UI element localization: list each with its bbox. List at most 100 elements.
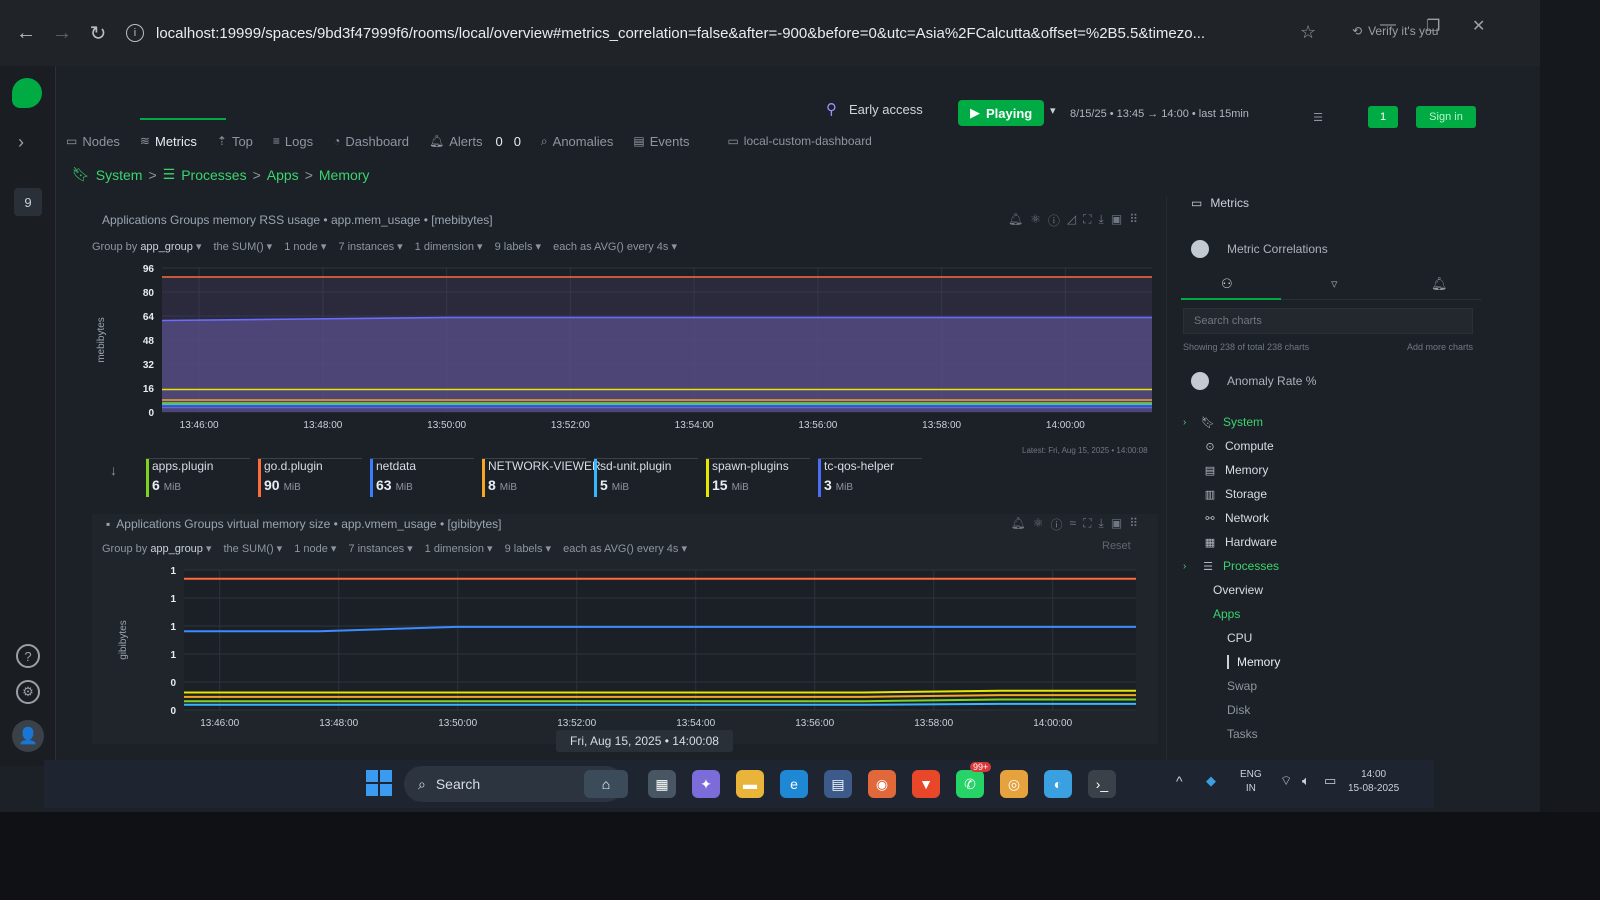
tab-alerts[interactable]: 🔔︎ Alerts 0 0 [429, 134, 521, 149]
drag-handle-icon[interactable]: ⠿ [1129, 212, 1138, 229]
breadcrumb-apps[interactable]: Apps [267, 167, 299, 183]
legend-item[interactable]: sd-unit.plugin 5 MiB [594, 458, 698, 497]
task-view-icon[interactable]: ▦ [648, 770, 676, 798]
download-icon[interactable]: ⤓ [1099, 516, 1104, 533]
bird-app-icon[interactable]: ◐ [1044, 770, 1072, 798]
chevron-right-icon[interactable]: › [1183, 561, 1193, 572]
time-aggregation-dropdown[interactable]: each as AVG() every 4s ▾ [553, 240, 677, 253]
date-range-picker[interactable]: 8/15/25 • 13:45 → 14:00 • last 15min [1070, 108, 1249, 120]
add-to-dashboard-icon[interactable]: ▣ [1111, 212, 1122, 229]
playing-button[interactable]: ▶ Playing [958, 100, 1045, 126]
tree-item-apps[interactable]: Apps [1183, 602, 1483, 626]
address-bar[interactable]: i localhost:19999/spaces/9bd3f47999f6/ro… [126, 24, 1296, 42]
sign-in-button[interactable]: Sign in [1416, 106, 1476, 128]
tree-item-memory[interactable]: ▤ Memory [1183, 458, 1483, 482]
bookmark-star-icon[interactable]: ☆ [1300, 22, 1316, 43]
drag-handle-icon[interactable]: ⠿ [1129, 516, 1138, 533]
whatsapp-icon[interactable]: ✆ [956, 770, 984, 798]
close-window-icon[interactable]: ✕ [1472, 16, 1485, 36]
metric-correlations-row[interactable]: Metric Correlations [1191, 240, 1328, 258]
restore-icon[interactable]: ❐ [1426, 16, 1440, 36]
panel-tab-charts-icon[interactable]: ⚇ [1221, 276, 1233, 292]
tree-item-disk[interactable]: Disk [1183, 698, 1483, 722]
minimize-icon[interactable]: — [1380, 16, 1396, 34]
tab-dashboard[interactable]: ◔ Dashboard [333, 134, 409, 149]
layout-icon[interactable]: ☰ [1308, 106, 1328, 128]
legend-scroll-icon[interactable]: ↓ [110, 462, 117, 478]
tab-anomalies[interactable]: ⌕ Anomalies [541, 134, 613, 149]
chart-type-icon[interactable]: ≈ [1070, 516, 1077, 533]
tree-item-compute[interactable]: ⊙ Compute [1183, 434, 1483, 458]
chart-type-icon[interactable]: ◿ [1067, 212, 1076, 229]
chart-vmem-usage-plot[interactable]: 13:46:00 13:48:00 13:50:00 13:52:00 13:54:00… [92, 560, 1158, 736]
help-icon[interactable]: ? [16, 644, 40, 668]
user-avatar[interactable]: 👤 [12, 720, 44, 752]
legend-item[interactable]: netdata 63 MiB [370, 458, 474, 497]
chrome-icon[interactable]: ◎ [1000, 770, 1028, 798]
tree-item-swap[interactable]: Swap [1183, 674, 1483, 698]
aggregation-dropdown[interactable]: the SUM() ▾ [224, 542, 283, 555]
site-info-icon[interactable]: i [126, 24, 144, 42]
group-by-dropdown[interactable]: Group by app_group ▾ [92, 240, 202, 253]
collapse-icon[interactable]: ▪ [106, 517, 110, 531]
aggregation-dropdown[interactable]: the SUM() ▾ [214, 240, 273, 253]
defender-icon[interactable]: ◆ [1206, 774, 1216, 788]
edge-icon[interactable]: e [780, 770, 808, 798]
labels-dropdown[interactable]: 9 labels ▾ [505, 542, 552, 555]
houses-widget-icon[interactable]: ⌂ [584, 770, 628, 798]
reset-button[interactable]: Reset [1102, 540, 1131, 552]
fullscreen-icon[interactable]: ⛶ [1083, 212, 1091, 229]
anomaly-rate-row[interactable]: Anomaly Rate % [1191, 372, 1316, 390]
tab-events[interactable]: ▤ Events [633, 134, 689, 149]
instances-dropdown[interactable]: 7 instances ▾ [338, 240, 402, 253]
tree-item-memory[interactable]: Memory [1183, 650, 1483, 674]
tray-overflow-icon[interactable]: ^ [1176, 774, 1183, 788]
legend-item[interactable]: spawn-plugins 15 MiB [706, 458, 810, 497]
labels-dropdown[interactable]: 9 labels ▾ [495, 240, 542, 253]
store-icon[interactable]: ▤ [824, 770, 852, 798]
fullscreen-icon[interactable]: ⛶ [1083, 516, 1091, 533]
tree-item-overview[interactable]: Overview [1183, 578, 1483, 602]
firefox-icon[interactable]: ◉ [868, 770, 896, 798]
dimensions-dropdown[interactable]: 1 dimension ▾ [425, 542, 493, 555]
language-indicator[interactable]: ENG IN [1240, 768, 1262, 796]
tree-item-cpu[interactable]: CPU [1183, 626, 1483, 650]
space-badge[interactable]: 9 [14, 188, 42, 216]
settings-icon[interactable]: ⚙ [16, 680, 40, 704]
info-icon[interactable]: ⓘ [1048, 212, 1060, 229]
forward-icon[interactable]: → [44, 15, 80, 51]
anomaly-rate-toggle[interactable] [1191, 372, 1209, 390]
file-explorer-icon[interactable]: ▬ [736, 770, 764, 798]
breadcrumb-memory[interactable]: Memory [319, 167, 370, 183]
tree-item-tasks[interactable]: Tasks [1183, 722, 1483, 746]
info-icon[interactable]: ⓘ [1051, 516, 1063, 533]
tab-nodes[interactable]: ▭ Nodes [66, 134, 120, 149]
windows-start-icon[interactable] [366, 770, 392, 796]
anomaly-icon[interactable]: ⚛ [1033, 516, 1044, 533]
copilot-icon[interactable]: ✦ [692, 770, 720, 798]
brave-icon[interactable]: ▼ [912, 770, 940, 798]
battery-icon[interactable]: ▭ [1324, 774, 1336, 788]
panel-tab-filter-icon[interactable]: ▿ [1331, 276, 1338, 292]
tab-metrics[interactable]: ≋ Metrics [140, 134, 197, 149]
tree-item-storage[interactable]: ▥ Storage [1183, 482, 1483, 506]
volume-icon[interactable]: 🔈︎ [1302, 774, 1310, 788]
download-icon[interactable]: ⤓ [1099, 212, 1104, 229]
clock[interactable]: 14:00 15-08-2025 [1348, 768, 1399, 796]
anomaly-icon[interactable]: ⚛ [1030, 212, 1041, 229]
tree-item-system[interactable]: › 🔖︎ System [1183, 410, 1483, 434]
search-charts-input[interactable]: Search charts [1183, 308, 1473, 334]
dimensions-dropdown[interactable]: 1 dimension ▾ [415, 240, 483, 253]
early-access[interactable]: ⚲ Early access [826, 100, 923, 118]
metric-correlations-toggle[interactable] [1191, 240, 1209, 258]
add-more-charts-link[interactable]: Add more charts [1407, 342, 1473, 352]
legend-item[interactable]: go.d.plugin 90 MiB [258, 458, 362, 497]
chevron-right-icon[interactable]: › [1183, 417, 1193, 428]
back-icon[interactable]: ← [8, 15, 44, 51]
legend-item[interactable]: apps.plugin 6 MiB [146, 458, 250, 497]
reload-icon[interactable]: ↻ [80, 15, 116, 51]
tab-logs[interactable]: ≡ Logs [273, 134, 313, 149]
group-by-dropdown[interactable]: Group by app_group ▾ [102, 542, 212, 555]
chevron-down-icon[interactable]: ▾ [1050, 104, 1056, 117]
tab-top[interactable]: ⇡ Top [217, 134, 253, 149]
